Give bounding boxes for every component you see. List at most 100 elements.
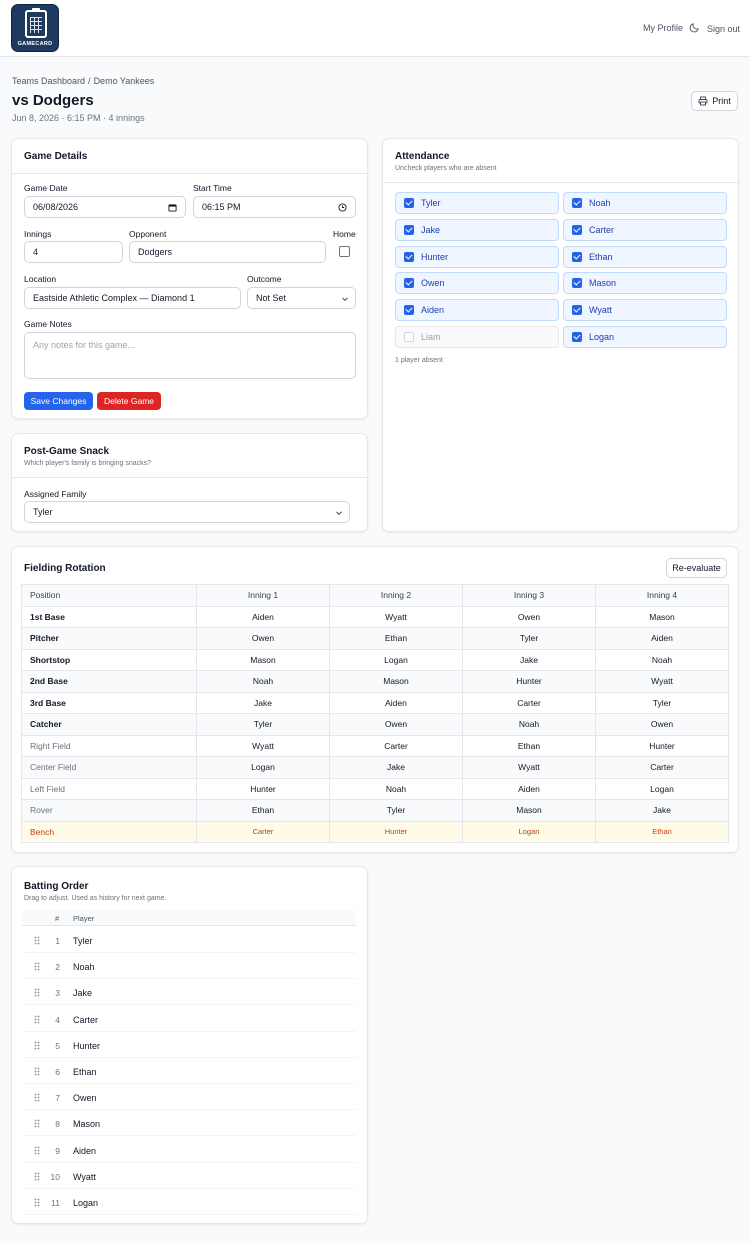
attendance-player[interactable]: Hunter xyxy=(395,245,559,268)
attendance-checkbox[interactable] xyxy=(572,198,582,208)
batting-position-number: 4 xyxy=(55,1014,60,1025)
attendance-summary: 1 player absent xyxy=(395,357,443,364)
drag-handle-icon[interactable] xyxy=(34,1014,40,1024)
home-label: Home xyxy=(333,229,356,239)
game-date-input[interactable]: 06/08/2026 xyxy=(24,196,186,218)
drag-handle-icon[interactable] xyxy=(34,1119,40,1129)
moon-icon[interactable] xyxy=(689,22,700,33)
breadcrumb-team[interactable]: Demo Yankees xyxy=(94,76,155,86)
game-notes-label: Game Notes xyxy=(24,319,72,329)
player-cell: Owen xyxy=(196,627,330,650)
attendance-player-name: Jake xyxy=(421,224,441,235)
batting-player-name: Owen xyxy=(73,1093,97,1104)
game-notes-textarea[interactable]: Any notes for this game... xyxy=(24,332,356,379)
drag-handle-icon[interactable] xyxy=(34,1093,40,1103)
attendance-checkbox[interactable] xyxy=(572,251,582,262)
position-cell: Left Field xyxy=(21,777,197,800)
assigned-family-select[interactable]: Tyler xyxy=(24,501,350,523)
attendance-checkbox[interactable] xyxy=(404,305,414,316)
player-cell: Hunter xyxy=(595,734,729,757)
attendance-player[interactable]: Tyler xyxy=(395,192,559,214)
logo-text: GAMECARD xyxy=(17,41,53,47)
drag-handle-icon[interactable] xyxy=(34,1040,40,1050)
attendance-player[interactable]: Ethan xyxy=(563,245,727,268)
my-profile-link[interactable]: My Profile xyxy=(643,23,683,33)
position-cell: 3rd Base xyxy=(21,691,197,714)
batting-order-row[interactable]: 9 Aiden xyxy=(22,1137,356,1163)
attendance-player[interactable]: Mason xyxy=(563,272,727,295)
attendance-player[interactable]: Noah xyxy=(563,192,727,214)
sign-out-link[interactable]: Sign out xyxy=(707,24,740,34)
attendance-checkbox[interactable] xyxy=(572,332,582,342)
batting-order-row[interactable]: 5 Hunter xyxy=(22,1032,356,1058)
batting-order-row[interactable]: 1 Tyler xyxy=(22,927,356,953)
save-changes-button[interactable]: Save Changes xyxy=(24,392,93,410)
attendance-player[interactable]: Liam xyxy=(395,326,559,348)
opponent-input[interactable]: Dodgers xyxy=(129,241,326,263)
batting-order-row[interactable]: 3 Jake xyxy=(22,979,356,1006)
batting-order-row[interactable]: 2 Noah xyxy=(22,953,356,980)
start-time-input[interactable]: 06:15 PM xyxy=(193,196,356,218)
gamecard-logo[interactable]: GAMECARD xyxy=(11,4,59,52)
drag-handle-icon[interactable] xyxy=(34,1171,40,1181)
drag-handle-icon[interactable] xyxy=(34,1198,40,1207)
batting-order-row[interactable]: 6 Ethan xyxy=(22,1058,356,1084)
attendance-checkbox[interactable] xyxy=(404,251,414,262)
attendance-player-name: Liam xyxy=(421,332,441,342)
drag-handle-icon[interactable] xyxy=(34,1145,40,1155)
position-cell: Shortstop xyxy=(21,648,197,671)
attendance-checkbox[interactable] xyxy=(572,278,582,289)
attendance-player[interactable]: Owen xyxy=(395,272,559,295)
batting-order-row[interactable]: 8 Mason xyxy=(22,1110,356,1137)
attendance-checkbox[interactable] xyxy=(404,278,414,289)
attendance-player[interactable]: Wyatt xyxy=(563,299,727,322)
batting-position-number: 6 xyxy=(55,1067,60,1077)
table-row: Catcher Tyler Owen Noah Owen xyxy=(21,713,729,736)
col-number-header: # xyxy=(55,914,60,923)
calendar-icon[interactable] xyxy=(168,203,177,212)
batting-order-row[interactable]: 7 Owen xyxy=(22,1084,356,1111)
outcome-select[interactable]: Not Set xyxy=(247,287,356,309)
batting-player-name: Tyler xyxy=(73,936,93,946)
delete-game-button[interactable]: Delete Game xyxy=(97,392,161,410)
attendance-player[interactable]: Carter xyxy=(563,218,727,241)
player-cell: Jake xyxy=(462,648,596,671)
inning-column-header: Inning 1 xyxy=(196,584,330,607)
print-button[interactable]: Print xyxy=(691,91,738,111)
table-row: Center Field Logan Jake Wyatt Carter xyxy=(21,756,729,779)
batting-order-row[interactable]: 10 Wyatt xyxy=(22,1163,356,1189)
attendance-card: Attendance Uncheck players who are absen… xyxy=(382,138,739,532)
batting-player-name: Aiden xyxy=(73,1145,97,1156)
attendance-player[interactable]: Jake xyxy=(395,218,559,241)
inning-column-header: Inning 3 xyxy=(462,584,596,607)
attendance-player[interactable]: Logan xyxy=(563,326,727,348)
batting-order-row[interactable]: 11 Logan xyxy=(22,1189,356,1215)
innings-input[interactable]: 4 xyxy=(24,241,123,263)
breadcrumb-teams-dashboard[interactable]: Teams Dashboard xyxy=(12,76,85,86)
chevron-down-icon xyxy=(336,511,342,516)
player-cell: Aiden xyxy=(595,627,729,650)
location-input[interactable]: Eastside Athletic Complex — Diamond 1 xyxy=(24,287,241,309)
player-cell: Noah xyxy=(462,713,596,736)
player-cell: Hunter xyxy=(462,670,596,693)
drag-handle-icon[interactable] xyxy=(34,988,40,998)
attendance-player[interactable]: Aiden xyxy=(395,299,559,322)
innings-label: Innings xyxy=(24,229,52,239)
re-evaluate-button[interactable]: Re-evaluate xyxy=(666,558,727,578)
attendance-checkbox[interactable] xyxy=(404,224,414,235)
drag-handle-icon[interactable] xyxy=(34,962,40,972)
attendance-checkbox[interactable] xyxy=(572,305,582,316)
home-checkbox[interactable] xyxy=(339,246,350,257)
table-row: Shortstop Mason Logan Jake Noah xyxy=(21,648,729,671)
player-cell: Carter xyxy=(595,756,729,779)
assigned-family-value: Tyler xyxy=(33,507,53,517)
inning-column-header: Inning 4 xyxy=(595,584,729,607)
clock-icon[interactable] xyxy=(338,203,347,212)
player-cell: Tyler xyxy=(196,713,330,736)
attendance-checkbox[interactable] xyxy=(572,224,582,235)
attendance-checkbox[interactable] xyxy=(404,198,414,208)
attendance-checkbox[interactable] xyxy=(404,332,414,342)
drag-handle-icon[interactable] xyxy=(34,1067,40,1076)
drag-handle-icon[interactable] xyxy=(34,936,40,945)
batting-order-row[interactable]: 4 Carter xyxy=(22,1006,356,1032)
